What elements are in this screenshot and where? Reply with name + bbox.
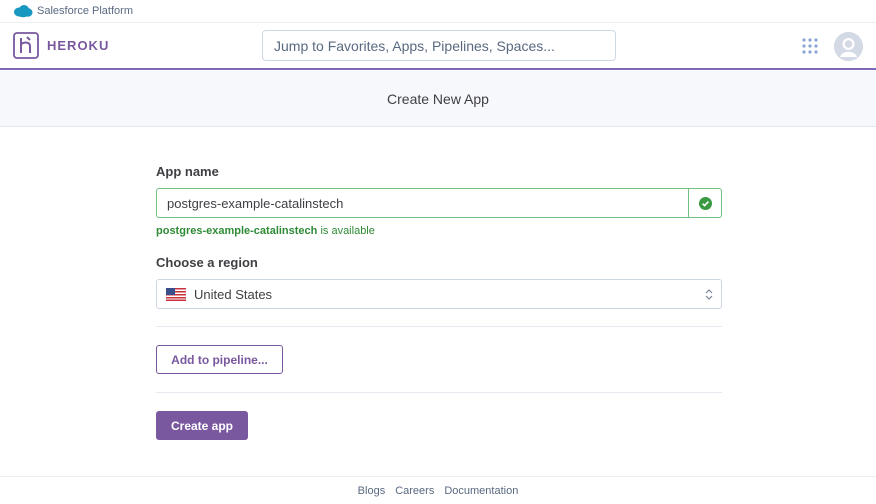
app-name-field [156, 188, 722, 218]
add-to-pipeline-button[interactable]: Add to pipeline... [156, 345, 283, 374]
apps-grid-icon[interactable] [801, 37, 819, 55]
divider [156, 392, 722, 393]
create-app-button[interactable]: Create app [156, 411, 248, 440]
salesforce-bar: Salesforce Platform [0, 0, 876, 23]
salesforce-platform-label: Salesforce Platform [37, 5, 133, 17]
region-label: Choose a region [156, 255, 258, 270]
app-name-label: App name [156, 164, 219, 179]
availability-suffix: is available [317, 225, 375, 237]
heroku-logo-text: HEROKU [47, 38, 110, 53]
region-value: United States [194, 286, 273, 302]
heroku-logo[interactable]: HEROKU [13, 32, 109, 59]
select-arrows-icon [705, 289, 713, 300]
page-title: Create New App [387, 90, 489, 107]
app-name-input[interactable] [157, 189, 688, 217]
availability-app-name: postgres-example-catalinstech [156, 225, 318, 237]
check-circle-icon [698, 196, 712, 210]
user-avatar-icon [834, 32, 863, 61]
footer-link-careers[interactable]: Careers [395, 485, 434, 497]
heroku-header: HEROKU [0, 23, 876, 70]
footer: Blogs Careers Documentation [0, 476, 876, 504]
divider [156, 326, 722, 327]
user-avatar[interactable] [834, 32, 863, 61]
search-input[interactable] [262, 30, 616, 61]
availability-indicator [688, 189, 721, 217]
page-header: Create New App [0, 71, 876, 127]
region-select[interactable]: United States [156, 279, 722, 309]
footer-link-documentation[interactable]: Documentation [444, 485, 518, 497]
us-flag-icon [166, 287, 186, 301]
heroku-logo-icon [13, 32, 39, 59]
footer-link-blogs[interactable]: Blogs [358, 485, 386, 497]
availability-message: postgres-example-catalinstech is availab… [156, 225, 375, 237]
salesforce-cloud-icon [14, 5, 33, 18]
